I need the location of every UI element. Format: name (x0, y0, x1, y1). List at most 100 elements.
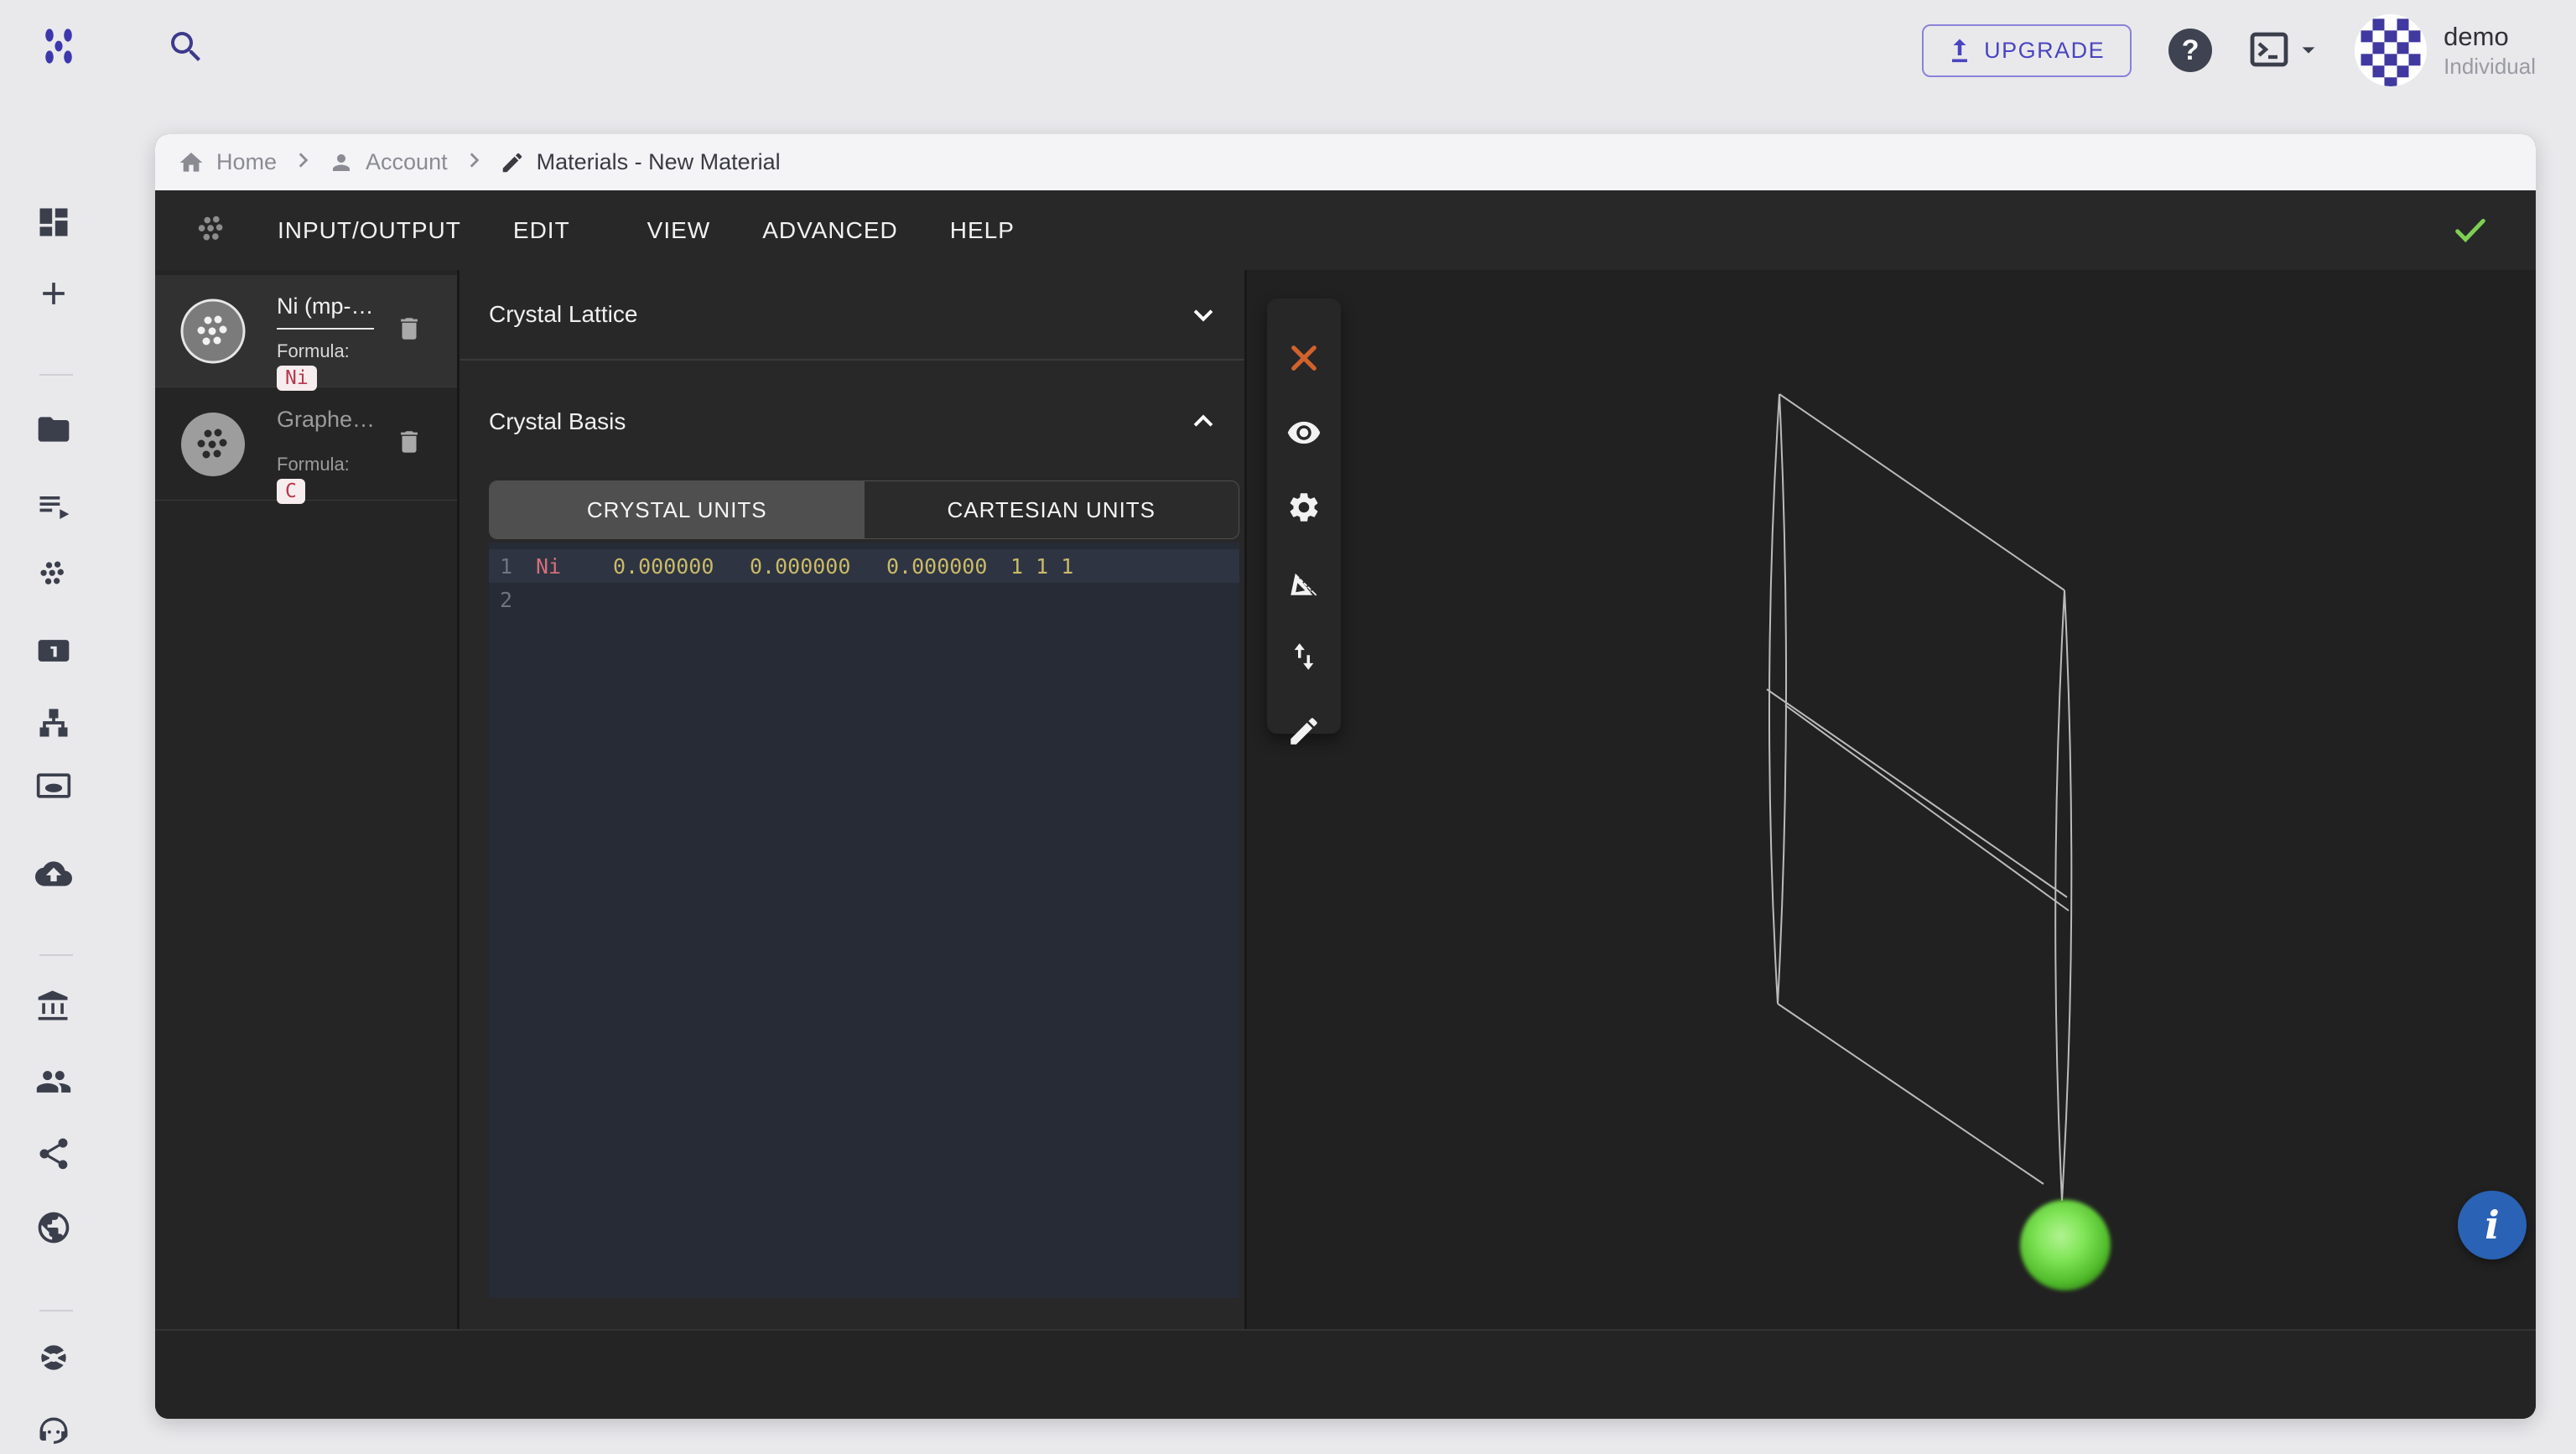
content-area: Ni (mp-… Formula: Ni Graphe… Formula: C (155, 270, 2536, 1329)
help-wheel-icon[interactable] (35, 1339, 72, 1376)
pencil-icon (500, 150, 525, 175)
editor-line-2[interactable]: 2 (489, 583, 1239, 616)
menu-view[interactable]: VIEW (630, 217, 729, 244)
crystal-basis-section-header[interactable]: Crystal Basis (460, 362, 1244, 480)
menu-input-output[interactable]: INPUT/OUTPUT (260, 217, 479, 244)
workflow-tree-icon[interactable] (35, 704, 72, 741)
settings-gear-icon[interactable] (1286, 490, 1322, 525)
sidebar-divider (39, 1310, 73, 1311)
coord-x: 0.000000 (613, 554, 750, 579)
constraint-flags: 1 1 1 (1010, 554, 1073, 579)
formula-chip: C (277, 479, 305, 504)
breadcrumb-chevron-icon (463, 149, 485, 175)
app-logo-icon[interactable] (39, 25, 79, 67)
avatar (2355, 14, 2427, 86)
materials-dots-icon[interactable] (35, 557, 72, 594)
breadcrumb-home[interactable]: Home (178, 149, 277, 176)
info-button[interactable]: i (2458, 1191, 2527, 1259)
media-card-icon[interactable] (35, 767, 72, 804)
help-button[interactable]: ? (2168, 29, 2212, 72)
material-name: Ni (mp-… (277, 293, 374, 330)
folder-icon[interactable] (35, 411, 72, 448)
tab-crystal-units[interactable]: CRYSTAL UNITS (490, 481, 865, 538)
search-icon[interactable] (166, 27, 206, 67)
edit-pencil-icon[interactable] (1286, 714, 1322, 749)
terminal-icon (2249, 29, 2294, 71)
line-number: 2 (489, 588, 524, 612)
element-symbol: Ni (536, 554, 613, 579)
trash-icon (395, 312, 423, 345)
breadcrumb-current-label: Materials - New Material (537, 149, 781, 175)
chevron-up-icon (1189, 408, 1218, 436)
breadcrumb-home-label: Home (216, 149, 277, 175)
delete-material-button[interactable] (395, 425, 423, 459)
material-item-ni[interactable]: Ni (mp-… Formula: Ni (155, 275, 457, 387)
materials-list-panel: Ni (mp-… Formula: Ni Graphe… Formula: C (155, 270, 457, 1329)
breadcrumb-account-label: Account (366, 149, 448, 175)
card-one-icon[interactable] (35, 632, 72, 669)
info-icon: i (2485, 1202, 2499, 1248)
main-editor-window: Home Account Materials - New Material IN… (155, 134, 2536, 1419)
add-icon[interactable] (35, 275, 72, 312)
dashboard-icon[interactable] (35, 204, 72, 241)
editor-line-1[interactable]: 1 Ni 0.000000 0.000000 0.000000 1 1 1 (489, 549, 1239, 583)
globe-icon[interactable] (35, 1209, 72, 1246)
breadcrumb-current[interactable]: Materials - New Material (500, 149, 781, 175)
share-icon[interactable] (35, 1135, 72, 1172)
ni-atom-sphere[interactable] (2020, 1200, 2111, 1290)
material-name: Graphe… (277, 407, 375, 441)
bank-icon[interactable] (35, 988, 72, 1025)
breadcrumb: Home Account Materials - New Material (155, 134, 2536, 190)
menu-help[interactable]: HELP (932, 217, 1032, 244)
team-icon[interactable] (35, 1063, 72, 1100)
upload-icon (1949, 38, 1971, 63)
tab-cartesian-units[interactable]: CARTESIAN UNITS (865, 481, 1239, 538)
user-plan: Individual (2444, 54, 2536, 80)
visibility-eye-icon[interactable] (1286, 415, 1322, 450)
breadcrumb-account[interactable]: Account (329, 149, 448, 175)
editor-footer (155, 1329, 2536, 1419)
editor-menubar: INPUT/OUTPUT EDIT VIEW ADVANCED HELP (155, 190, 2536, 270)
coord-z: 0.000000 (886, 554, 1010, 579)
upgrade-label: UPGRADE (1984, 38, 2105, 64)
trash-icon (395, 425, 423, 459)
upgrade-button[interactable]: UPGRADE (1922, 24, 2132, 77)
close-icon[interactable] (1286, 340, 1322, 376)
source-editor-panel: Crystal Lattice Crystal Basis CRYSTAL UN… (460, 270, 1244, 1329)
menu-advanced[interactable]: ADVANCED (745, 217, 916, 244)
material-item-graphene[interactable]: Graphe… Formula: C (155, 388, 457, 501)
line-number: 1 (489, 554, 524, 579)
left-sidebar (0, 92, 109, 1425)
user-account-menu[interactable]: demo Individual (2355, 14, 2536, 86)
material-thumbnail (180, 299, 246, 364)
viewer-toolbar (1267, 299, 1341, 734)
measure-ruler-icon[interactable] (1286, 564, 1322, 600)
unit-cell-wireframe (1247, 270, 2535, 1329)
chevron-down-icon (1189, 300, 1218, 329)
swap-vertical-icon[interactable] (1286, 639, 1322, 674)
menu-edit[interactable]: EDIT (496, 217, 588, 244)
support-headset-icon[interactable] (35, 1413, 72, 1450)
cloud-upload-icon[interactable] (35, 855, 72, 892)
delete-material-button[interactable] (395, 312, 423, 345)
crystal-lattice-section-header[interactable]: Crystal Lattice (460, 270, 1244, 361)
jobs-list-icon[interactable] (35, 487, 72, 524)
save-check-icon[interactable] (2451, 210, 2490, 249)
material-thumbnail (180, 412, 246, 477)
formula-label: Formula: (277, 340, 350, 362)
crystal-basis-title: Crystal Basis (489, 408, 626, 435)
basis-code-editor[interactable]: 1 Ni 0.000000 0.000000 0.000000 1 1 1 2 (489, 543, 1239, 1298)
breadcrumb-chevron-icon (292, 149, 314, 175)
help-question-mark: ? (2182, 34, 2199, 67)
user-name: demo (2444, 21, 2536, 54)
formula-label: Formula: (277, 454, 350, 475)
crystal-lattice-title: Crystal Lattice (489, 301, 637, 328)
home-icon (178, 149, 205, 176)
three-d-viewer[interactable]: i (1247, 270, 2536, 1329)
person-icon (329, 150, 354, 175)
console-menu-button[interactable] (2249, 29, 2318, 71)
sidebar-divider (39, 374, 73, 376)
chevron-down-icon (2299, 41, 2318, 60)
material-dots-icon (193, 211, 231, 250)
formula-chip: Ni (277, 366, 317, 391)
